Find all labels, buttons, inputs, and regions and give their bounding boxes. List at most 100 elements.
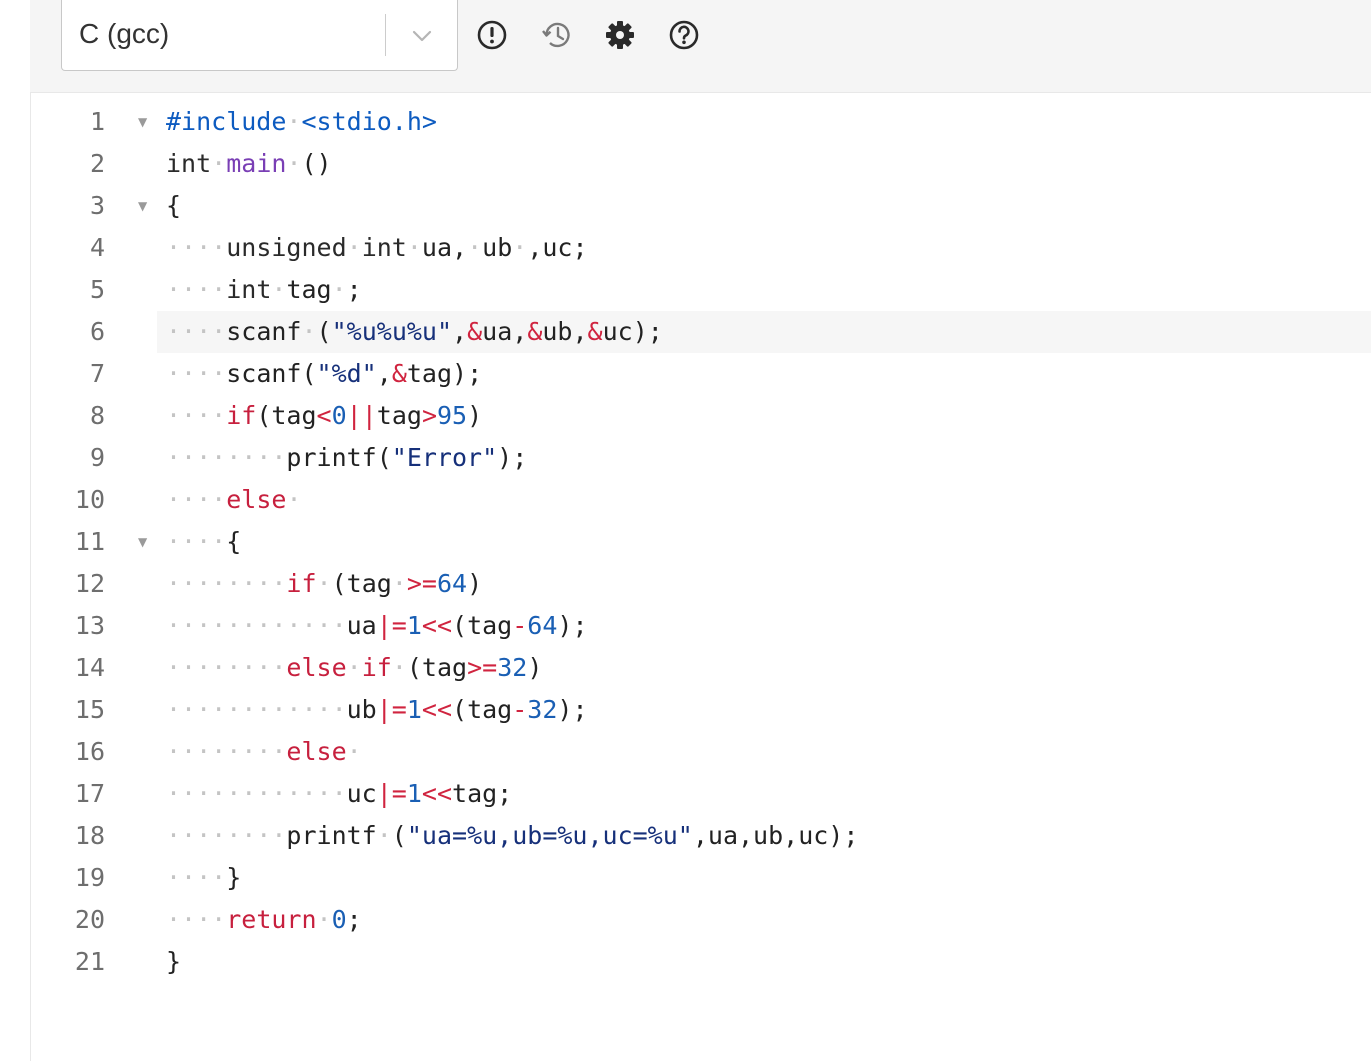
code-line[interactable]: 13 ············ua|=1<<(tag-64);: [31, 605, 1371, 647]
whitespace-marker: ·: [286, 485, 302, 514]
code-line[interactable]: 21}: [31, 941, 1371, 983]
code-token: ,ua,ub,uc);: [692, 821, 859, 850]
code-line[interactable]: 14 ········else·if·(tag>=32): [31, 647, 1371, 689]
fold-toggle-icon[interactable]: ▼: [138, 101, 147, 143]
code-token: uc: [346, 779, 377, 808]
whitespace-marker: ········: [166, 653, 287, 682]
line-number: 10: [74, 485, 105, 514]
whitespace-marker: ·: [301, 317, 317, 346]
code-line[interactable]: 18 ········printf·("ua=%u,ub=%u,uc=%u",ua…: [31, 815, 1371, 857]
whitespace-marker: ····: [166, 863, 227, 892]
line-number: 13: [74, 611, 105, 640]
code-token: >: [421, 401, 437, 430]
fold-toggle-icon[interactable]: ▼: [138, 521, 147, 563]
code-line[interactable]: 17 ············uc|=1<<tag;: [31, 773, 1371, 815]
code-line[interactable]: 7 ····scanf("%d",&tag);: [31, 353, 1371, 395]
code-token: ub: [346, 695, 377, 724]
code-token: tag: [286, 275, 332, 304]
code-text: ········else·if·(tag>=32): [166, 647, 542, 689]
code-token: int: [226, 275, 272, 304]
code-token: ,uc;: [527, 233, 588, 262]
whitespace-marker: ····: [166, 401, 227, 430]
gear-icon[interactable]: [603, 18, 637, 52]
whitespace-marker: ·: [331, 275, 347, 304]
code-text: {: [166, 185, 181, 227]
code-line[interactable]: 8 ····if(tag<0||tag>95): [31, 395, 1371, 437]
code-token: 1: [406, 779, 422, 808]
code-text: ····scanf·("%u%u%u",&ua,&ub,&uc);: [166, 311, 663, 353]
code-line[interactable]: 15 ············ub|=1<<(tag-32);: [31, 689, 1371, 731]
line-number: 15: [74, 695, 105, 724]
code-token: ,: [452, 317, 468, 346]
code-token: tag);: [406, 359, 483, 388]
code-editor[interactable]: 1 ▼ #include·<stdio.h> 2 int·main·() 3 ▼{4 ····…: [31, 93, 1371, 1061]
code-line[interactable]: 1 ▼ #include·<stdio.h>: [31, 101, 1371, 143]
code-token: <: [316, 401, 332, 430]
line-number: 6: [89, 317, 105, 346]
whitespace-marker: ·: [346, 737, 362, 766]
code-line[interactable]: 11 ▼ ····{: [31, 521, 1371, 563]
code-line[interactable]: 16 ········else·: [31, 731, 1371, 773]
code-text: ············uc|=1<<tag;: [166, 773, 512, 815]
whitespace-marker: ·: [286, 107, 302, 136]
code-line[interactable]: 3 ▼ {: [31, 185, 1371, 227]
code-token: &: [467, 317, 483, 346]
whitespace-marker: ····: [166, 359, 227, 388]
line-number: 14: [74, 653, 105, 682]
chevron-down-icon[interactable]: [410, 24, 434, 48]
code-token: 0: [331, 401, 347, 430]
code-line[interactable]: 19 ····}: [31, 857, 1371, 899]
code-text: #include·<stdio.h>: [166, 101, 437, 143]
whitespace-marker: ·: [467, 233, 483, 262]
code-token: >=: [467, 653, 498, 682]
whitespace-marker: ·: [406, 233, 422, 262]
whitespace-marker: ····: [166, 275, 227, 304]
code-text: ····unsigned·int·ua,·ub·,uc;: [166, 227, 588, 269]
code-token: 64: [436, 569, 468, 598]
code-token: ||: [346, 401, 377, 430]
fold-toggle-icon[interactable]: ▼: [138, 185, 147, 227]
code-line[interactable]: 5 ····int·tag·;: [31, 269, 1371, 311]
line-number: 1: [89, 107, 105, 136]
code-token: "Error": [391, 443, 498, 472]
language-select[interactable]: C (gcc): [61, 0, 458, 71]
code-token: &: [527, 317, 543, 346]
code-token: "ua=%u,ub=%u,uc=%u": [406, 821, 693, 850]
whitespace-marker: ·: [346, 653, 362, 682]
code-line[interactable]: 2 int·main·(): [31, 143, 1371, 185]
whitespace-marker: ·: [391, 569, 407, 598]
whitespace-marker: ·: [211, 149, 227, 178]
code-token: else: [286, 737, 347, 766]
code-line[interactable]: 10 ····else·: [31, 479, 1371, 521]
code-token: if: [361, 653, 392, 682]
whitespace-marker: ············: [166, 779, 347, 808]
code-token: ,: [376, 359, 392, 388]
code-token: ): [467, 401, 483, 430]
code-token: |=: [376, 779, 407, 808]
code-line[interactable]: 12 ········if·(tag·>=64): [31, 563, 1371, 605]
history-icon[interactable]: [540, 18, 574, 52]
code-token: "%d": [316, 359, 377, 388]
code-token: |=: [376, 611, 407, 640]
code-line[interactable]: 9 ········printf("Error");: [31, 437, 1371, 479]
code-token: 1: [406, 695, 422, 724]
code-token: tag;: [452, 779, 513, 808]
exclamation-circle-icon[interactable]: [475, 18, 509, 52]
code-token: ): [467, 569, 483, 598]
line-number: 2: [89, 149, 105, 178]
line-number: 21: [74, 947, 105, 976]
whitespace-marker: ·: [316, 569, 332, 598]
code-token: main: [226, 149, 287, 178]
code-line[interactable]: 6 ····scanf·("%u%u%u",&ua,&ub,&uc);: [31, 311, 1371, 353]
code-token: 32: [497, 653, 528, 682]
code-token: }: [166, 947, 182, 976]
code-token: 95: [437, 401, 468, 430]
code-token: );: [557, 695, 588, 724]
code-line[interactable]: 20 ····return·0;: [31, 899, 1371, 941]
help-icon[interactable]: [667, 18, 701, 52]
code-token: -: [512, 611, 528, 640]
code-token: tag: [376, 401, 422, 430]
code-token: {: [226, 527, 242, 556]
code-line[interactable]: 4 ····unsigned·int·ua,·ub·,uc;: [31, 227, 1371, 269]
line-number: 3: [89, 191, 105, 220]
